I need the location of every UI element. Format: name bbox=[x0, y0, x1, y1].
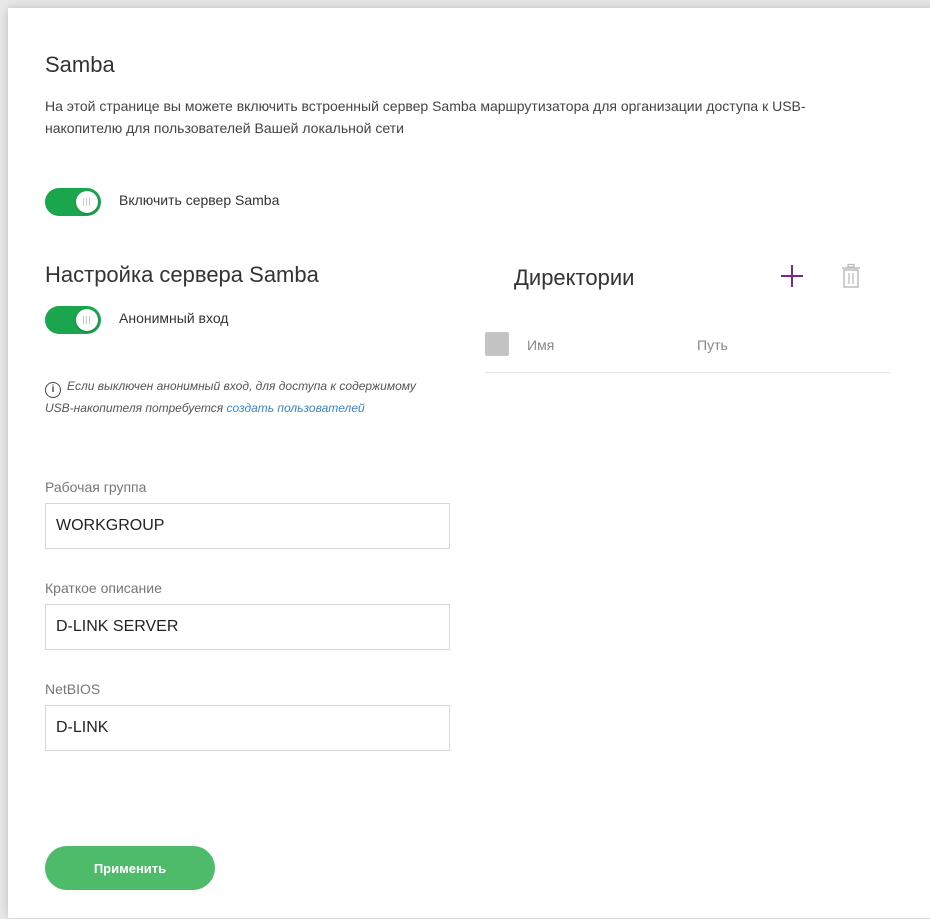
page-description: На этой странице вы можете включить встр… bbox=[45, 98, 806, 136]
trash-icon[interactable] bbox=[840, 263, 862, 289]
anonymous-login-toggle[interactable] bbox=[45, 306, 101, 334]
toggle-knob bbox=[76, 309, 98, 331]
anonymous-info-note: i Если выключен анонимный вход, для досту… bbox=[45, 376, 445, 419]
select-all-checkbox[interactable] bbox=[485, 332, 509, 356]
workgroup-label: Рабочая группа bbox=[45, 479, 147, 495]
column-name-header: Имя bbox=[527, 337, 555, 353]
samba-settings-panel: Samba На этой странице вы можете включит… bbox=[8, 8, 930, 918]
description-input[interactable] bbox=[45, 604, 450, 650]
info-icon: i bbox=[45, 382, 61, 398]
netbios-label: NetBIOS bbox=[45, 681, 101, 697]
server-settings-title: Настройка сервера Samba bbox=[45, 262, 319, 287]
create-users-link[interactable]: создать пользователей bbox=[226, 401, 364, 415]
table-header-divider bbox=[485, 372, 890, 373]
plus-icon[interactable] bbox=[779, 263, 805, 289]
enable-samba-label: Включить сервер Samba bbox=[119, 192, 280, 208]
column-path-header: Путь bbox=[697, 337, 728, 353]
page-title: Samba bbox=[45, 52, 115, 77]
enable-samba-toggle[interactable] bbox=[45, 188, 101, 216]
anonymous-login-label: Анонимный вход bbox=[119, 310, 229, 326]
directories-title: Директории bbox=[514, 265, 635, 290]
toggle-knob bbox=[76, 191, 98, 213]
workgroup-input[interactable] bbox=[45, 503, 450, 549]
apply-button[interactable]: Применить bbox=[45, 846, 215, 890]
description-label: Краткое описание bbox=[45, 580, 162, 596]
netbios-input[interactable] bbox=[45, 705, 450, 751]
